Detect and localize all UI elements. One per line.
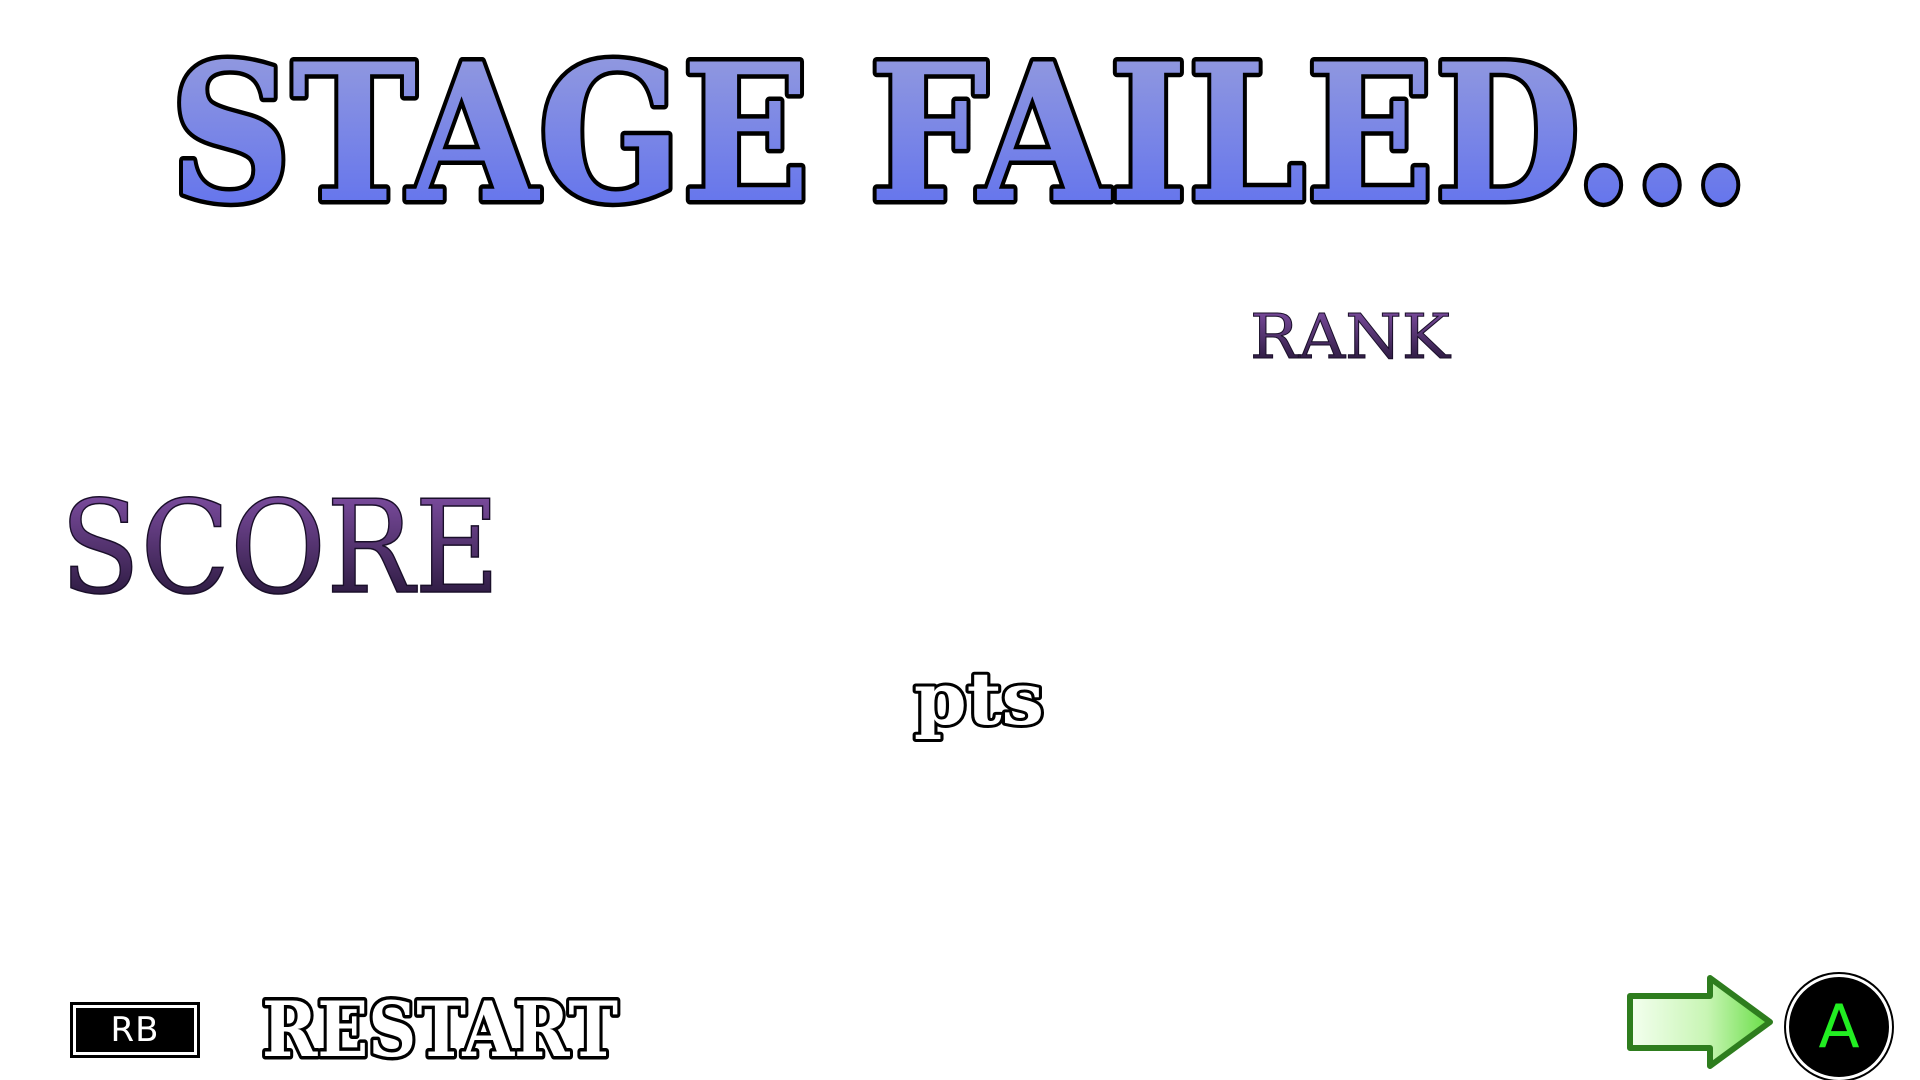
restart-button[interactable]: RESTART [258, 986, 628, 1076]
score-text: SCORE [60, 480, 500, 610]
rank-label: RANK [1248, 296, 1468, 376]
stage-failed-title: STAGE FAILED... [0, 20, 1920, 240]
pts-label: pts [908, 666, 1058, 756]
right-arrow-icon[interactable] [1626, 974, 1776, 1070]
stage-failed-screen: STAGE FAILED... RANK SCORE pts RB RESTAR… [0, 0, 1920, 1080]
restart-label: RESTART [262, 986, 618, 1074]
score-label: SCORE [56, 480, 526, 610]
a-button-icon[interactable]: A [1786, 974, 1892, 1080]
title-text: STAGE FAILED... [170, 22, 1750, 240]
pts-text: pts [914, 666, 1044, 741]
rb-button-icon[interactable]: RB [70, 1002, 200, 1058]
rank-text: RANK [1250, 300, 1452, 373]
title-graphic: STAGE FAILED... [166, 20, 1755, 240]
